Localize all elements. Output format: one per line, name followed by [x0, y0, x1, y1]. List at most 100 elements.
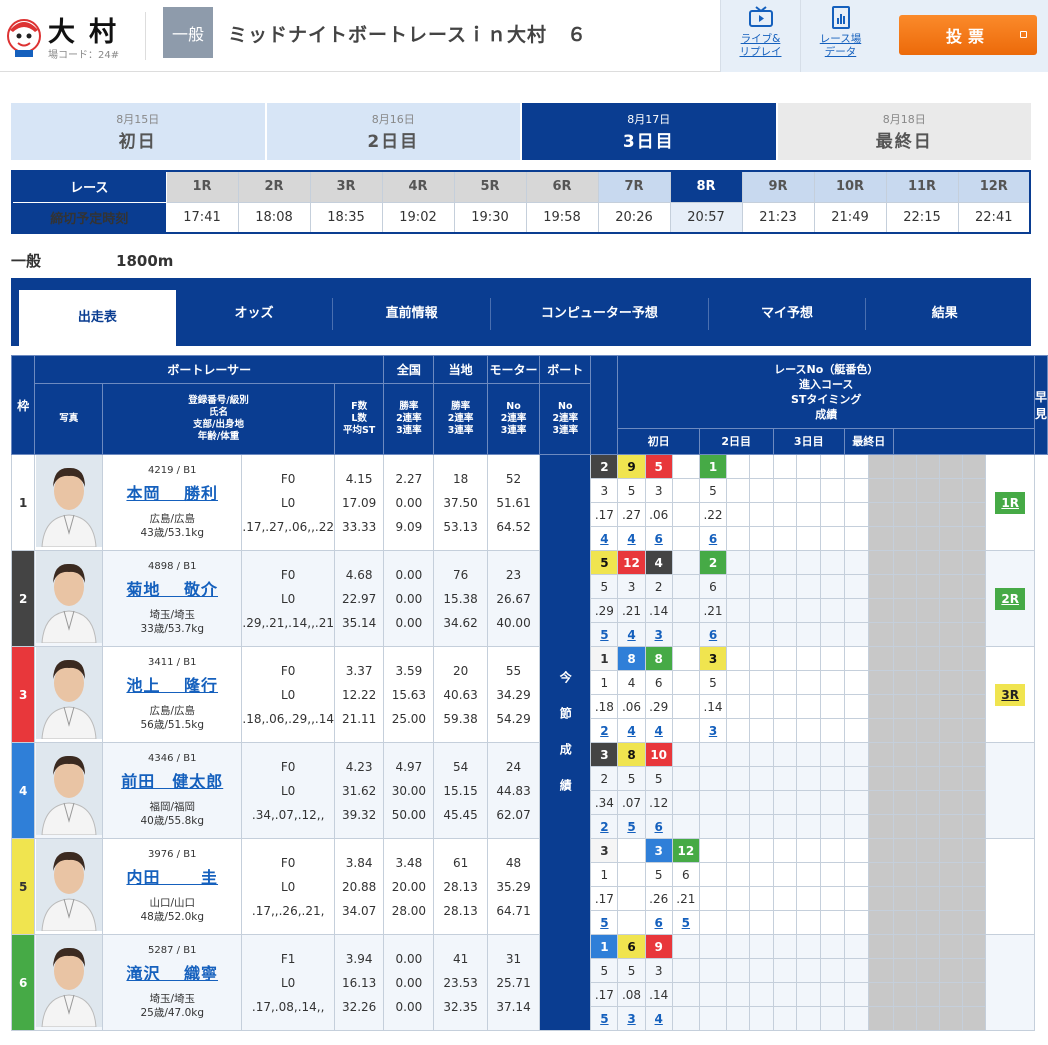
result-rank-link[interactable]: 4: [627, 724, 635, 738]
result-cell[interactable]: [698, 910, 728, 935]
race-tab-6R[interactable]: 6R: [525, 170, 599, 203]
result-cell[interactable]: 4: [617, 622, 646, 647]
result-rank-link[interactable]: 2: [600, 724, 608, 738]
result-blank: [843, 550, 870, 575]
result-cell[interactable]: [617, 910, 646, 935]
racer-name-link[interactable]: 菊地 敬介: [126, 580, 218, 599]
result-blank: [796, 694, 822, 719]
tab-4[interactable]: コンピューター予想: [490, 298, 708, 330]
result-blank: [843, 838, 870, 863]
tab-3[interactable]: 直前情報: [332, 298, 490, 330]
result-rank-link[interactable]: 5: [600, 1012, 608, 1026]
result-cell[interactable]: 4: [590, 526, 619, 551]
venue-data-button[interactable]: レース場 データ: [800, 0, 880, 72]
result-cell[interactable]: 3: [698, 718, 728, 743]
result-rank-link[interactable]: 4: [627, 532, 635, 546]
result-cell[interactable]: [671, 526, 700, 551]
vote-button[interactable]: 投票: [899, 15, 1037, 55]
result-cell[interactable]: 6: [644, 526, 673, 551]
result-cell[interactable]: 3: [617, 1006, 646, 1031]
tab-1[interactable]: 出走表: [19, 290, 176, 346]
race-tab-10R[interactable]: 10R: [813, 170, 887, 203]
result-cell: .29: [644, 694, 673, 719]
racer-name-link[interactable]: 前田 健太郎: [121, 772, 223, 791]
day-tab-3[interactable]: 8月17日 3日目: [522, 103, 778, 160]
result-rank-link[interactable]: 5: [627, 820, 635, 834]
early-race-button[interactable]: 2R: [995, 587, 1026, 610]
result-cell[interactable]: 2: [590, 718, 619, 743]
result-blank: [843, 982, 870, 1007]
result-cell[interactable]: 6: [644, 814, 673, 839]
result-cell[interactable]: 6: [698, 526, 728, 551]
result-rank-link[interactable]: 5: [600, 916, 608, 930]
result-rank-link[interactable]: 4: [655, 724, 663, 738]
result-rank-link[interactable]: 3: [709, 724, 717, 738]
result-rank-link[interactable]: 3: [627, 1012, 635, 1026]
race-tab-1R[interactable]: 1R: [165, 170, 239, 203]
day-tab-1[interactable]: 8月15日 初日: [11, 103, 267, 160]
result-cell[interactable]: 5: [671, 910, 700, 935]
result-cell[interactable]: 4: [644, 1006, 673, 1031]
result-rank-link[interactable]: 4: [627, 628, 635, 642]
result-rank-link[interactable]: 2: [600, 820, 608, 834]
result-cell[interactable]: [671, 1006, 700, 1031]
racer-name-link[interactable]: 内田 圭: [126, 868, 218, 887]
result-cell[interactable]: 6: [698, 622, 728, 647]
racer-name-link[interactable]: 本岡 勝利: [126, 484, 218, 503]
race-tab-8R[interactable]: 8R: [669, 170, 743, 203]
result-grey: [892, 982, 917, 1007]
f-l-st-value: L0: [281, 879, 296, 894]
result-cell[interactable]: 6: [644, 910, 673, 935]
day-name: 最終日: [875, 132, 933, 152]
live-replay-button[interactable]: ライブ& リプレイ: [720, 0, 800, 72]
early-race-button[interactable]: 3R: [995, 683, 1026, 706]
result-blank: [726, 694, 751, 719]
result-rank-link[interactable]: 6: [655, 532, 663, 546]
result-rank-link[interactable]: 5: [600, 628, 608, 642]
result-cell[interactable]: 3: [644, 622, 673, 647]
result-cell[interactable]: [698, 1006, 728, 1031]
result-cell[interactable]: 4: [617, 526, 646, 551]
race-tab-4R[interactable]: 4R: [381, 170, 455, 203]
race-tab-7R[interactable]: 7R: [597, 170, 671, 203]
result-cell[interactable]: 4: [617, 718, 646, 743]
result-cell[interactable]: [671, 814, 700, 839]
result-rank-link[interactable]: 6: [655, 916, 663, 930]
racer-name-link[interactable]: 滝沢 織寧: [126, 964, 218, 983]
racer-name-link[interactable]: 池上 隆行: [126, 676, 218, 695]
result-cell[interactable]: [698, 814, 728, 839]
race-tab-2R[interactable]: 2R: [237, 170, 311, 203]
result-rank-link[interactable]: 3: [655, 628, 663, 642]
day-tab-2[interactable]: 8月16日 2日目: [266, 103, 522, 160]
result-cell[interactable]: 5: [617, 814, 646, 839]
result-rank-link[interactable]: 6: [655, 820, 663, 834]
result-cell[interactable]: [671, 622, 700, 647]
result-cell[interactable]: 5: [590, 1006, 619, 1031]
result-rank-link[interactable]: 4: [655, 1012, 663, 1026]
result-cell[interactable]: 4: [644, 718, 673, 743]
tab-6[interactable]: 結果: [865, 298, 1023, 330]
result-rank-link[interactable]: 6: [709, 532, 717, 546]
result-cell[interactable]: 2: [590, 814, 619, 839]
result-rank-link[interactable]: 4: [600, 532, 608, 546]
early-race-button[interactable]: 1R: [995, 491, 1026, 514]
race-tab-3R[interactable]: 3R: [309, 170, 383, 203]
result-blank: [796, 766, 822, 791]
tab-2[interactable]: オッズ: [176, 298, 333, 330]
vote-label: 投票: [945, 27, 990, 46]
result-cell[interactable]: 5: [590, 910, 619, 935]
local-rates-value: 0.00: [395, 591, 423, 606]
race-tab-12R[interactable]: 12R: [957, 170, 1031, 203]
race-tab-5R[interactable]: 5R: [453, 170, 527, 203]
result-cell[interactable]: [671, 718, 700, 743]
result-blank: [772, 886, 798, 911]
result-cell[interactable]: 5: [590, 622, 619, 647]
day-tabs: 8月15日 初日 8月16日 2日目 8月17日 3日目 8月18日 最終日: [11, 103, 1031, 160]
result-rank-link[interactable]: 6: [709, 628, 717, 642]
f-sub-2: 平均ST: [342, 425, 376, 436]
race-tab-11R[interactable]: 11R: [885, 170, 959, 203]
race-tab-9R[interactable]: 9R: [741, 170, 815, 203]
result-rank-link[interactable]: 5: [682, 916, 690, 930]
tab-5[interactable]: マイ予想: [707, 298, 866, 330]
day-tab-4[interactable]: 8月18日 最終日: [777, 103, 1031, 160]
